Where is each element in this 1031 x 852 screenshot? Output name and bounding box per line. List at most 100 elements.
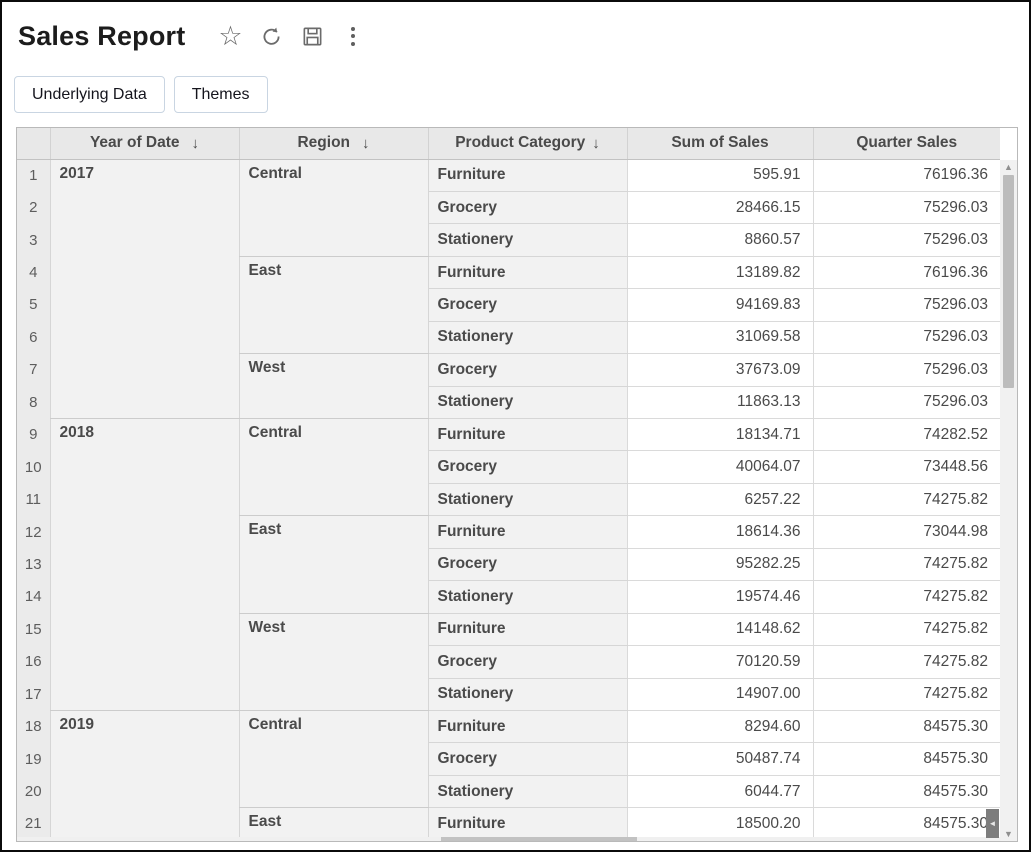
quarter-sales-cell[interactable]: 73448.56 — [813, 451, 1000, 483]
sum-of-sales-cell[interactable]: 595.91 — [627, 159, 813, 191]
quarter-sales-cell[interactable]: 74275.82 — [813, 646, 1000, 678]
product-category-cell[interactable]: Furniture — [428, 159, 627, 191]
column-header-product-category[interactable]: Product Category↓ — [428, 128, 627, 159]
quarter-sales-cell[interactable]: 74275.82 — [813, 548, 1000, 580]
quarter-sales-cell[interactable]: 74275.82 — [813, 581, 1000, 613]
region-cell[interactable]: Central — [239, 419, 428, 516]
year-cell[interactable]: 2017 — [50, 159, 239, 419]
row-number: 6 — [17, 321, 50, 353]
column-header-quarter-sales[interactable]: Quarter Sales — [813, 128, 1000, 159]
sort-desc-icon[interactable]: ↓ — [192, 135, 200, 152]
product-category-cell[interactable]: Stationery — [428, 386, 627, 418]
product-category-cell[interactable]: Furniture — [428, 516, 627, 548]
themes-button[interactable]: Themes — [174, 76, 268, 113]
product-category-cell[interactable]: Furniture — [428, 613, 627, 645]
product-category-cell[interactable]: Furniture — [428, 808, 627, 840]
product-category-cell[interactable]: Stationery — [428, 224, 627, 256]
column-header-sum-of-sales[interactable]: Sum of Sales — [627, 128, 813, 159]
refresh-icon[interactable] — [258, 23, 284, 49]
product-category-cell[interactable]: Furniture — [428, 419, 627, 451]
sum-of-sales-cell[interactable]: 40064.07 — [627, 451, 813, 483]
vertical-scrollbar-thumb[interactable] — [1003, 175, 1014, 388]
sum-of-sales-cell[interactable]: 6257.22 — [627, 483, 813, 515]
sum-of-sales-cell[interactable]: 8860.57 — [627, 224, 813, 256]
scroll-left-button[interactable]: ◄ — [986, 809, 999, 838]
underlying-data-button[interactable]: Underlying Data — [14, 76, 165, 113]
product-category-cell[interactable]: Grocery — [428, 289, 627, 321]
product-category-cell[interactable]: Grocery — [428, 191, 627, 223]
product-category-cell[interactable]: Grocery — [428, 743, 627, 775]
scroll-down-icon[interactable]: ▼ — [1000, 827, 1017, 841]
sum-of-sales-cell[interactable]: 11863.13 — [627, 386, 813, 418]
product-category-cell[interactable]: Stationery — [428, 483, 627, 515]
quarter-sales-cell[interactable]: 74275.82 — [813, 678, 1000, 710]
region-cell[interactable]: Central — [239, 710, 428, 807]
product-category-cell[interactable]: Stationery — [428, 775, 627, 807]
quarter-sales-cell[interactable]: 75296.03 — [813, 289, 1000, 321]
sum-of-sales-cell[interactable]: 18500.20 — [627, 808, 813, 840]
quarter-sales-cell[interactable]: 74275.82 — [813, 483, 1000, 515]
sum-of-sales-cell[interactable]: 50487.74 — [627, 743, 813, 775]
product-category-cell[interactable]: Furniture — [428, 710, 627, 742]
year-cell[interactable]: 2019 — [50, 710, 239, 840]
sum-of-sales-cell[interactable]: 8294.60 — [627, 710, 813, 742]
sum-of-sales-cell[interactable]: 31069.58 — [627, 321, 813, 353]
region-cell[interactable]: Central — [239, 159, 428, 256]
sum-of-sales-cell[interactable]: 37673.09 — [627, 354, 813, 386]
region-cell[interactable]: East — [239, 256, 428, 353]
region-cell[interactable]: East — [239, 516, 428, 613]
sum-of-sales-cell[interactable]: 14148.62 — [627, 613, 813, 645]
quarter-sales-cell[interactable]: 75296.03 — [813, 321, 1000, 353]
quarter-sales-cell[interactable]: 84575.30 — [813, 808, 1000, 840]
scroll-up-icon[interactable]: ▲ — [1000, 160, 1017, 174]
sum-of-sales-cell[interactable]: 6044.77 — [627, 775, 813, 807]
quarter-sales-cell[interactable]: 84575.30 — [813, 710, 1000, 742]
quarter-sales-cell[interactable]: 74282.52 — [813, 419, 1000, 451]
more-options-kebab-icon[interactable] — [340, 23, 366, 49]
sort-desc-icon[interactable]: ↓ — [592, 135, 600, 152]
region-cell[interactable]: East — [239, 808, 428, 840]
quarter-sales-cell[interactable]: 76196.36 — [813, 159, 1000, 191]
region-cell[interactable]: West — [239, 613, 428, 710]
year-cell[interactable]: 2018 — [50, 419, 239, 711]
product-category-cell[interactable]: Grocery — [428, 646, 627, 678]
quarter-sales-cell[interactable]: 76196.36 — [813, 256, 1000, 288]
horizontal-scrollbar-thumb[interactable] — [441, 837, 637, 841]
product-category-cell[interactable]: Grocery — [428, 354, 627, 386]
quarter-sales-cell[interactable]: 75296.03 — [813, 354, 1000, 386]
title-bar: Sales Report ☆ — [2, 2, 1029, 54]
row-number: 19 — [17, 743, 50, 775]
sum-of-sales-cell[interactable]: 28466.15 — [627, 191, 813, 223]
sales-table: Year of Date↓ Region↓ Product Category↓ … — [17, 128, 1000, 841]
sum-of-sales-cell[interactable]: 94169.83 — [627, 289, 813, 321]
product-category-cell[interactable]: Grocery — [428, 548, 627, 580]
sum-of-sales-cell[interactable]: 13189.82 — [627, 256, 813, 288]
product-category-cell[interactable]: Stationery — [428, 581, 627, 613]
sum-of-sales-cell[interactable]: 18134.71 — [627, 419, 813, 451]
column-header-region[interactable]: Region↓ — [239, 128, 428, 159]
sum-of-sales-cell[interactable]: 95282.25 — [627, 548, 813, 580]
quarter-sales-cell[interactable]: 75296.03 — [813, 224, 1000, 256]
quarter-sales-cell[interactable]: 84575.30 — [813, 743, 1000, 775]
quarter-sales-cell[interactable]: 75296.03 — [813, 386, 1000, 418]
save-icon[interactable] — [299, 23, 325, 49]
column-header-year-of-date[interactable]: Year of Date↓ — [50, 128, 239, 159]
sum-of-sales-cell[interactable]: 70120.59 — [627, 646, 813, 678]
favorite-star-icon[interactable]: ☆ — [217, 23, 243, 49]
product-category-cell[interactable]: Grocery — [428, 451, 627, 483]
quarter-sales-cell[interactable]: 75296.03 — [813, 191, 1000, 223]
header-row: Year of Date↓ Region↓ Product Category↓ … — [17, 128, 1000, 159]
quarter-sales-cell[interactable]: 74275.82 — [813, 613, 1000, 645]
product-category-cell[interactable]: Stationery — [428, 321, 627, 353]
horizontal-scrollbar[interactable] — [17, 837, 1001, 841]
region-cell[interactable]: West — [239, 354, 428, 419]
product-category-cell[interactable]: Furniture — [428, 256, 627, 288]
sort-desc-icon[interactable]: ↓ — [362, 135, 370, 152]
product-category-cell[interactable]: Stationery — [428, 678, 627, 710]
quarter-sales-cell[interactable]: 73044.98 — [813, 516, 1000, 548]
vertical-scrollbar[interactable]: ▲ ▼ — [1000, 160, 1017, 841]
quarter-sales-cell[interactable]: 84575.30 — [813, 775, 1000, 807]
sum-of-sales-cell[interactable]: 19574.46 — [627, 581, 813, 613]
sum-of-sales-cell[interactable]: 18614.36 — [627, 516, 813, 548]
sum-of-sales-cell[interactable]: 14907.00 — [627, 678, 813, 710]
